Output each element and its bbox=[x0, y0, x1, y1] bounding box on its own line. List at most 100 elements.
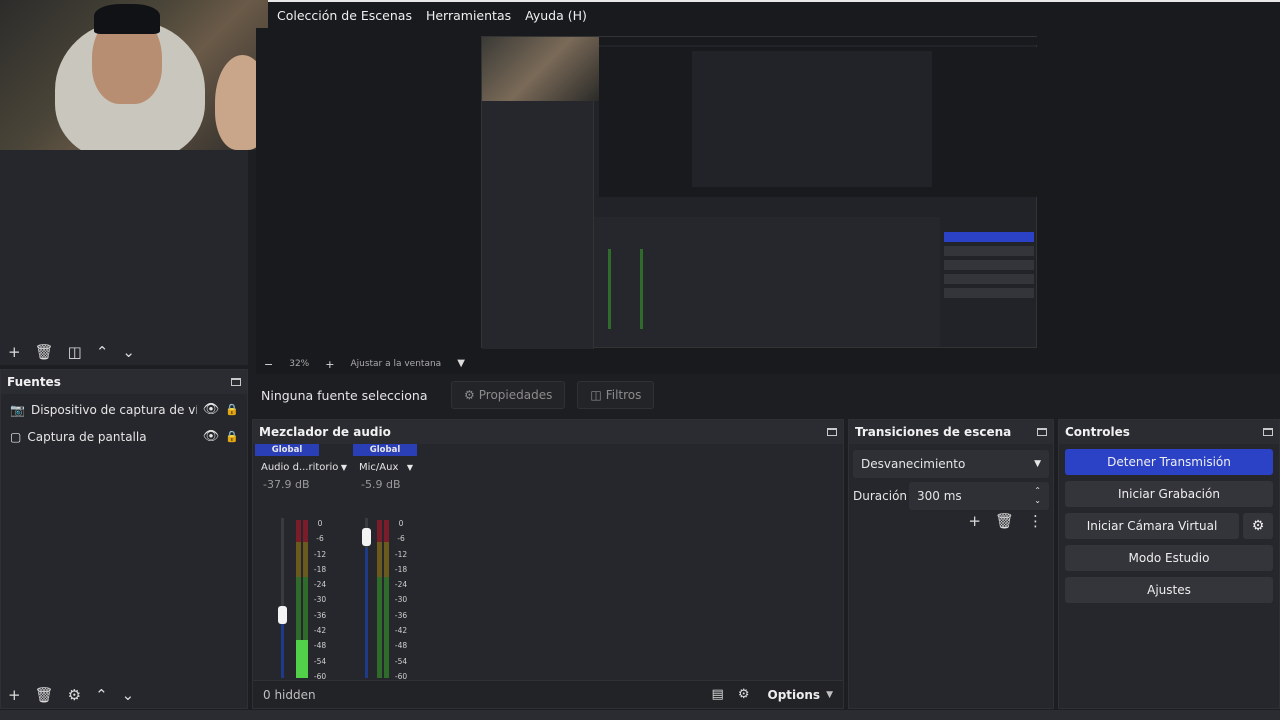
level-meter bbox=[384, 520, 389, 678]
lock-icon[interactable]: 🔒 bbox=[225, 430, 247, 443]
scenes-panel: + 🗑 ◫ ⌃ ⌄ bbox=[0, 150, 248, 365]
hidden-count: 0 hidden bbox=[263, 687, 316, 702]
more-icon[interactable]: ⋮ bbox=[1028, 514, 1043, 529]
add-icon[interactable]: + bbox=[968, 514, 981, 529]
mixer-header: Mezclador de audio bbox=[253, 420, 843, 444]
chevron-down-icon[interactable]: ⌄ bbox=[122, 688, 135, 703]
transitions-panel: Transiciones de escena Desvanecimiento ▼… bbox=[848, 419, 1054, 709]
status-bar bbox=[0, 710, 1280, 720]
meter-scale: 0 -6 -12 -18 -24 -30 -36 -42 -48 -54 -60 bbox=[394, 516, 408, 684]
meter-tick-label: -30 bbox=[313, 595, 327, 605]
virtual-camera-button[interactable]: Iniciar Cámara Virtual bbox=[1065, 513, 1239, 539]
level-meter-active bbox=[296, 640, 308, 678]
chevron-down-icon: ▼ bbox=[1034, 459, 1041, 469]
meter-tick-label: -24 bbox=[394, 580, 408, 590]
mixer-footer: 0 hidden ▤ ⚙ Options ▼ bbox=[253, 680, 843, 708]
meter-scale: 0 -6 -12 -18 -24 -30 -36 -42 -48 -54 -60 bbox=[313, 516, 327, 684]
channel-header: Global bbox=[353, 444, 417, 456]
trash-icon[interactable]: 🗑 bbox=[35, 344, 54, 360]
volume-knob[interactable] bbox=[278, 606, 287, 624]
layout-icon[interactable]: ▤ bbox=[712, 688, 724, 701]
meter-tick-label: -48 bbox=[313, 641, 327, 651]
eye-icon[interactable]: 👁 bbox=[203, 402, 220, 417]
nested-preview-image bbox=[481, 36, 1037, 349]
eye-icon[interactable]: 👁 bbox=[203, 429, 220, 444]
source-item[interactable]: 📷 Dispositivo de captura de vídeo 👁 🔒 bbox=[1, 396, 247, 423]
sources-panel: Fuentes 📷 Dispositivo de captura de víde… bbox=[0, 369, 248, 709]
stepper-arrows-icon[interactable]: ⌃ ⌄ bbox=[1034, 486, 1041, 506]
gear-icon[interactable]: ⚙ bbox=[1243, 513, 1273, 539]
duration-row: Duración 300 ms ⌃ ⌄ bbox=[849, 482, 1053, 510]
chevron-down-icon: ▼ bbox=[340, 462, 347, 472]
duration-stepper[interactable]: 300 ms ⌃ ⌄ bbox=[909, 482, 1049, 510]
start-recording-button[interactable]: Iniciar Grabación bbox=[1065, 481, 1273, 507]
settings-button[interactable]: Ajustes bbox=[1065, 577, 1273, 603]
sources-toolbar: + 🗑 ⚙ ⌃ ⌄ bbox=[0, 682, 248, 709]
virtual-cam-row: Iniciar Cámara Virtual ⚙ bbox=[1065, 513, 1273, 539]
zoom-fit[interactable]: Ajustar a la ventana bbox=[350, 359, 441, 369]
lock-icon[interactable]: 🔒 bbox=[225, 403, 247, 416]
studio-mode-button[interactable]: Modo Estudio bbox=[1065, 545, 1273, 571]
channel-select[interactable]: Audio d...ritorio ▼ bbox=[255, 458, 351, 476]
channel-db: -5.9 dB bbox=[361, 478, 401, 491]
meter-tick-label: -54 bbox=[394, 656, 408, 666]
options-button[interactable]: Options bbox=[768, 688, 821, 702]
source-item[interactable]: ▢ Captura de pantalla 👁 🔒 bbox=[1, 423, 247, 450]
no-source-label: Ninguna fuente selecciona bbox=[261, 387, 428, 403]
meter-tick-label: -18 bbox=[313, 564, 327, 574]
gear-icon[interactable]: ⚙ bbox=[68, 688, 81, 703]
meter-tick-label: -24 bbox=[313, 580, 327, 590]
menu-tools[interactable]: Herramientas bbox=[426, 8, 511, 23]
volume-knob[interactable] bbox=[362, 528, 371, 546]
add-icon[interactable]: + bbox=[8, 688, 21, 703]
transition-select[interactable]: Desvanecimiento ▼ bbox=[853, 450, 1049, 478]
volume-fill bbox=[281, 616, 284, 678]
channel-select[interactable]: Mic/Aux ▼ bbox=[353, 458, 417, 476]
meter-tick-label: -30 bbox=[394, 595, 408, 605]
chevron-down-icon[interactable]: ▼ bbox=[457, 359, 465, 369]
webcam-feed bbox=[0, 0, 268, 150]
menu-bar: Colección de Escenas Herramientas Ayuda … bbox=[268, 0, 1280, 28]
chevron-up-icon[interactable]: ⌃ bbox=[95, 688, 108, 703]
meter-tick-label: -12 bbox=[394, 549, 408, 559]
scenes-toolbar: + 🗑 ◫ ⌃ ⌄ bbox=[0, 338, 135, 366]
meter-tick-label: 0 bbox=[398, 519, 404, 528]
menu-help[interactable]: Ayuda (H) bbox=[525, 8, 587, 23]
filters-button[interactable]: ◫ Filtros bbox=[577, 381, 655, 409]
properties-button[interactable]: ⚙ Propiedades bbox=[451, 381, 566, 409]
channel-db: -37.9 dB bbox=[263, 478, 310, 491]
zoom-out-icon[interactable]: − bbox=[264, 359, 273, 370]
zoom-in-icon[interactable]: + bbox=[325, 359, 334, 370]
zoom-bar: − 32% + Ajustar a la ventana ▼ bbox=[256, 354, 1280, 374]
settings-icon[interactable]: ⚙ bbox=[738, 688, 750, 701]
level-meter bbox=[377, 520, 382, 678]
add-icon[interactable]: + bbox=[8, 344, 21, 360]
meter-tick-label: -36 bbox=[394, 610, 408, 620]
meter-tick-label: -54 bbox=[313, 656, 327, 666]
meter-tick-label: -6 bbox=[316, 534, 324, 544]
source-toolbar: Ninguna fuente selecciona ⚙ Propiedades … bbox=[252, 377, 1276, 413]
chevron-down-icon[interactable]: ▼ bbox=[826, 690, 833, 700]
undock-icon[interactable] bbox=[1263, 428, 1273, 436]
trash-icon[interactable]: 🗑 bbox=[35, 688, 54, 703]
undock-icon[interactable] bbox=[827, 428, 837, 436]
channel-header: Global bbox=[255, 444, 319, 456]
menu-scene-collection[interactable]: Colección de Escenas bbox=[277, 8, 412, 23]
controls-header: Controles bbox=[1059, 420, 1279, 444]
meter-tick-label: -6 bbox=[397, 534, 405, 544]
transitions-header: Transiciones de escena bbox=[849, 420, 1053, 444]
controls-panel: Controles Detener Transmisión Iniciar Gr… bbox=[1058, 419, 1280, 709]
audio-mixer-panel: Mezclador de audio Global Audio d...rito… bbox=[252, 419, 844, 709]
mixer-channel: Global Mic/Aux ▼ -5.9 dB 0 -6 -12 -18 -24 -30… bbox=[353, 444, 417, 697]
stop-stream-button[interactable]: Detener Transmisión bbox=[1065, 449, 1273, 475]
undock-icon[interactable] bbox=[231, 378, 241, 386]
filter-icon[interactable]: ◫ bbox=[68, 344, 82, 360]
chevron-down-icon[interactable]: ⌄ bbox=[122, 344, 135, 360]
meter-tick-label: -42 bbox=[313, 626, 327, 636]
meter-tick-label: -36 bbox=[313, 610, 327, 620]
meter-tick-label: -18 bbox=[394, 564, 408, 574]
chevron-up-icon[interactable]: ⌃ bbox=[96, 344, 109, 360]
zoom-level: 32% bbox=[289, 359, 310, 369]
trash-icon[interactable]: 🗑 bbox=[995, 514, 1014, 529]
undock-icon[interactable] bbox=[1037, 428, 1047, 436]
